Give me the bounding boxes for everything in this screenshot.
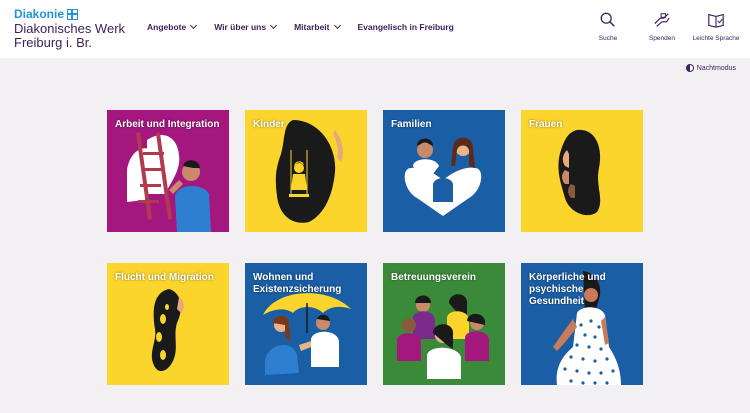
tile-label: Familien (391, 119, 432, 130)
tool-label: Leichte Sprache (692, 35, 740, 42)
donate-icon (654, 13, 670, 27)
tile-familien[interactable]: Familien (383, 110, 505, 232)
tile-frauen[interactable]: Frauen (521, 110, 643, 232)
tile-kinder[interactable]: Kinder (245, 110, 367, 232)
nav-label: Angebote (147, 22, 187, 32)
header-tools: Suche Spenden Leichte Sprache (586, 11, 740, 42)
nightmode-toggle[interactable]: Nachtmodus (685, 64, 736, 72)
nav-label: Evangelisch in Freiburg (357, 22, 454, 32)
tile-label: Frauen (529, 119, 563, 130)
nav-item-wir-ueber-uns[interactable]: Wir über uns (214, 21, 278, 32)
brand-name: Diakonie (14, 7, 65, 21)
easy-language-button[interactable]: Leichte Sprache (692, 11, 740, 42)
cross-icon (67, 9, 79, 20)
tile-label: Betreuungsverein (391, 272, 477, 283)
nav-item-mitarbeit[interactable]: Mitarbeit (294, 21, 341, 32)
tile-label: Kinder (253, 119, 285, 130)
tile-koerperliche-und-psychische-gesundheit[interactable]: Körperliche und psychische Gesundheit (521, 263, 643, 385)
tile-flucht-und-migration[interactable]: Flucht und Migration (107, 263, 229, 385)
nav-label: Mitarbeit (294, 22, 330, 32)
nightmode-label: Nachtmodus (696, 64, 736, 72)
donate-button[interactable]: Spenden (640, 11, 684, 42)
nav-item-evangelisch[interactable]: Evangelisch in Freiburg (358, 22, 454, 32)
tile-arbeit-und-integration[interactable]: Arbeit und Integration (107, 110, 229, 232)
tile-label: Arbeit und Integration (115, 119, 220, 130)
nav-item-angebote[interactable]: Angebote (147, 21, 198, 32)
brand-subline-1: Diakonisches Werk (14, 21, 126, 36)
contrast-icon (685, 64, 694, 72)
tile-betreuungsverein[interactable]: Betreuungsverein (383, 263, 505, 385)
tile-wohnen-und-existenzsicherung[interactable]: Wohnen und Existenzsicherung (245, 263, 367, 385)
tool-label: Suche (598, 35, 618, 42)
chevron-down-icon (190, 21, 198, 30)
main-nav: Angebote Wir über uns Mitarbeit Evangeli… (147, 21, 472, 32)
tool-label: Spenden (648, 35, 676, 42)
chevron-down-icon (333, 21, 341, 30)
nav-label: Wir über uns (214, 22, 267, 32)
search-button[interactable]: Suche (586, 11, 630, 42)
chevron-down-icon (270, 21, 278, 30)
tile-label: Flucht und Migration (115, 272, 214, 283)
easy-language-icon (708, 13, 724, 28)
search-icon (600, 12, 615, 27)
tile-label: Körperliche und psychische Gesundheit (529, 272, 606, 307)
brand-subline-2: Freiburg i. Br. (14, 35, 93, 50)
tile-label: Wohnen und Existenzsicherung (253, 272, 342, 295)
site-header: Diakonie Diakonisches Werk Freiburg i. B… (0, 0, 750, 58)
diakonie-logo[interactable]: Diakonie Diakonisches Werk Freiburg i. B… (14, 7, 126, 50)
